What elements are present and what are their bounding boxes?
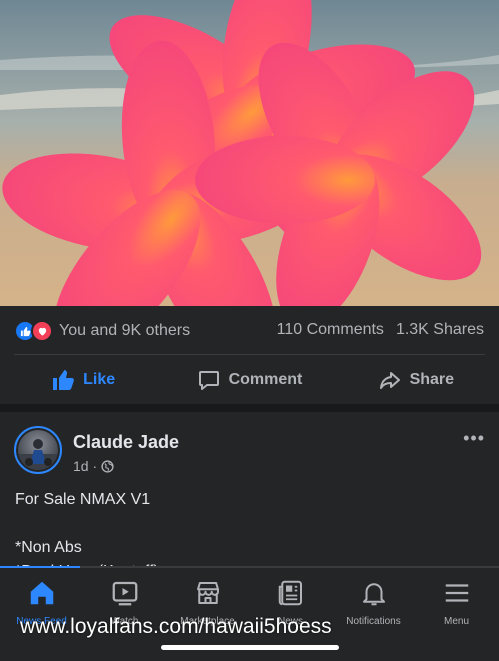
shares-count[interactable]: 1.3K Shares [396,321,484,339]
share-icon [379,371,400,389]
post-text-line: For Sale NMAX V1 [15,491,151,508]
post-footer: You and 9K others 110 Comments 1.3K Shar… [0,306,499,404]
comment-button[interactable]: Comment [166,355,332,404]
reactions-summary[interactable]: You and 9K others [14,320,190,342]
avatar[interactable] [14,426,62,474]
post-photo[interactable] [0,0,499,306]
like-button[interactable]: Like [0,355,166,404]
menu-icon [445,584,468,602]
home-indicator[interactable] [161,645,339,650]
tab-label: Menu [443,616,469,627]
post-time[interactable]: 1d · [73,458,97,474]
post-body: For Sale NMAX V1 *Non Abs *Dual Horn (Ka… [15,488,159,568]
feed-post: Claude Jade 1d · ••• For Sale NMAX V1 *N… [0,412,499,568]
share-label: Share [409,370,455,388]
tab-label: Notifications [346,616,401,627]
reactions-text: You and 9K others [59,322,191,339]
tab-menu[interactable]: Menu [415,578,498,627]
comment-label: Comment [228,370,303,388]
watermark-text: www.loyalfans.com/hawaii5hoess [20,615,332,638]
more-options-icon[interactable]: ••• [463,428,485,449]
home-icon [30,581,53,605]
post-meta: 1d · [73,458,114,474]
post-text-line: *Non Abs [15,539,82,556]
thumbs-up-icon [53,369,75,390]
marketplace-icon [196,582,219,604]
bell-icon [362,583,385,606]
love-reaction-icon [31,320,53,342]
comment-icon [198,370,219,390]
plumeria-flowers-image [0,0,499,306]
globe-icon [101,459,114,473]
comments-count[interactable]: 110 Comments [277,321,384,339]
post-text-line [15,512,159,536]
post-author[interactable]: Claude Jade [73,432,179,453]
news-icon [278,580,302,606]
watch-icon [112,581,137,606]
like-label: Like [83,370,116,388]
share-button[interactable]: Share [333,355,499,404]
feed-separator [0,404,499,412]
tab-notifications[interactable]: Notifications [332,578,415,627]
